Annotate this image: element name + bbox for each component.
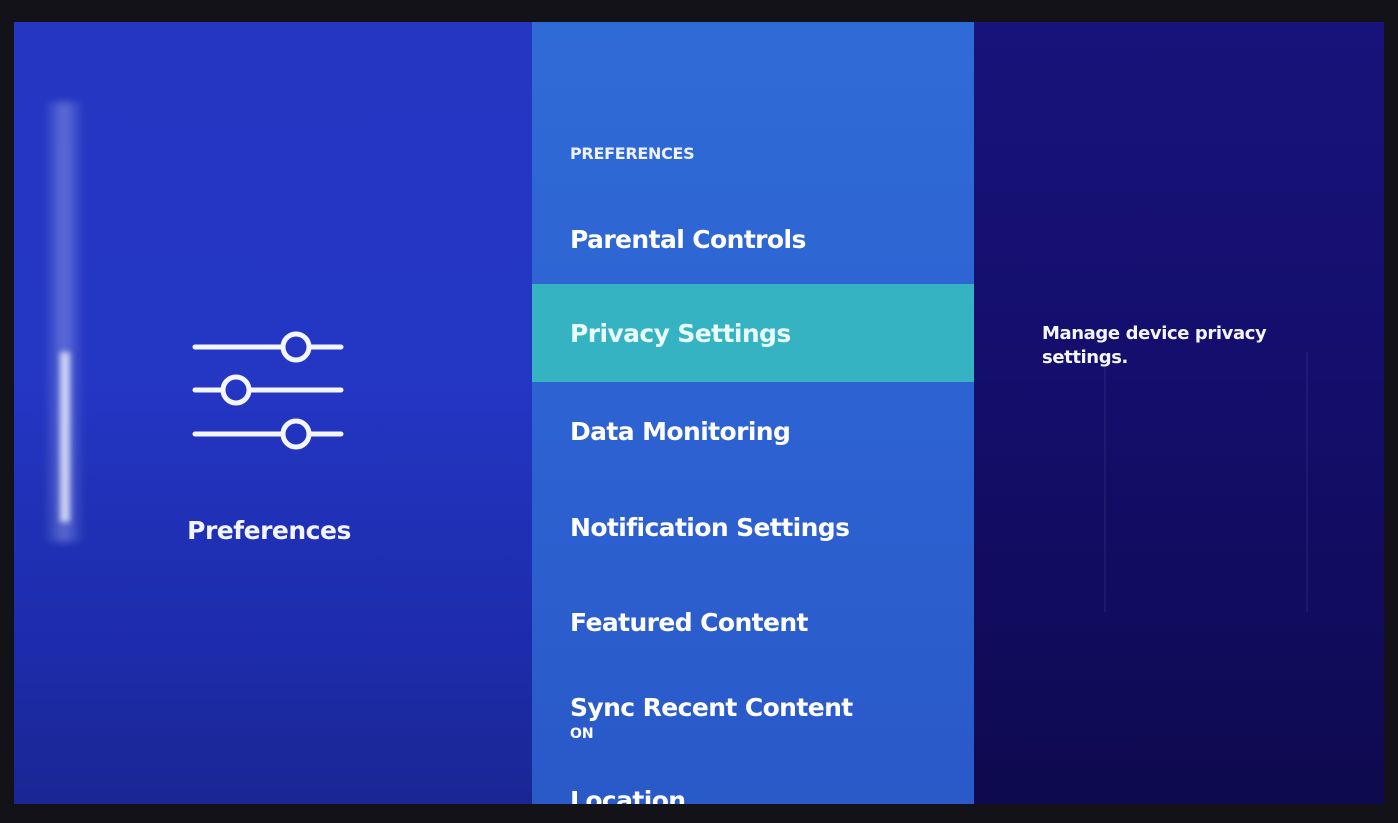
setting-description: Manage device privacy settings. (1042, 323, 1267, 368)
menu-item-label: Privacy Settings (570, 318, 791, 348)
menu-item-privacy-settings[interactable]: Privacy Settings (532, 284, 974, 382)
menu-item-label: Sync Recent Content (570, 692, 853, 722)
menu-item-label: Location (570, 786, 686, 804)
category-panel: Preferences (14, 22, 532, 804)
menu-item-label: Parental Controls (570, 224, 806, 254)
menu-item-status: ON (570, 725, 594, 742)
sliders-icon (192, 331, 344, 450)
menu-item-location[interactable]: Location (532, 762, 974, 804)
menu-header: PREFERENCES (570, 144, 695, 163)
detail-panel: Manage device privacy settings. (974, 22, 1384, 804)
menu-item-label: Data Monitoring (570, 416, 791, 446)
menu-item-label: Featured Content (570, 607, 809, 637)
settings-menu: PREFERENCES Parental Controls Privacy Se… (532, 22, 974, 804)
category-title: Preferences (187, 516, 351, 545)
settings-screen: Preferences PREFERENCES Parental Control… (14, 22, 1384, 804)
tv-bezel: Preferences PREFERENCES Parental Control… (0, 0, 1398, 823)
menu-item-sync-recent-content[interactable]: Sync Recent Content ON (532, 668, 974, 766)
menu-item-featured-content[interactable]: Featured Content (532, 573, 974, 671)
menu-item-data-monitoring[interactable]: Data Monitoring (532, 382, 974, 480)
menu-item-parental-controls[interactable]: Parental Controls (532, 190, 974, 288)
menu-item-notification-settings[interactable]: Notification Settings (532, 478, 974, 576)
menu-item-label: Notification Settings (570, 512, 850, 542)
